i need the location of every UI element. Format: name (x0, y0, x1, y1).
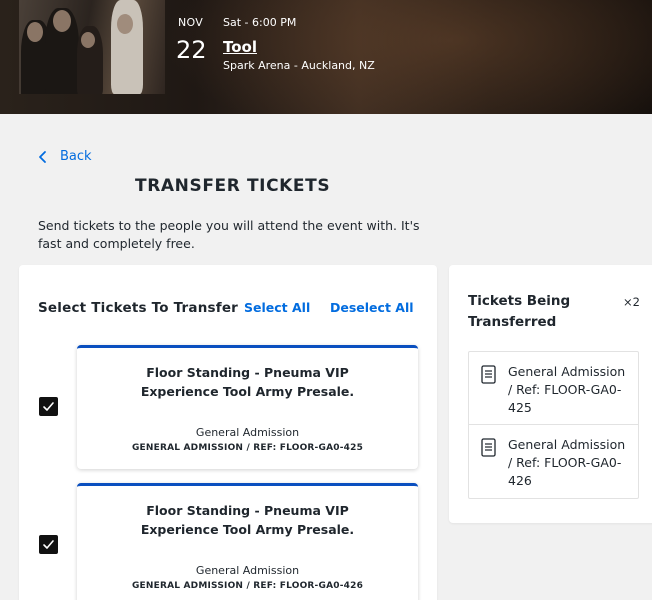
transfer-list: General Admission / Ref: FLOOR-GA0-425 G… (468, 351, 639, 499)
page-title: TRANSFER TICKETS (135, 176, 331, 196)
ticket-ref: GENERAL ADMISSION / REF: FLOOR-GA0-425 (131, 443, 364, 453)
select-tickets-panel: Select Tickets To Transfer Select All De… (19, 265, 437, 600)
event-venue: Spark Arena - Auckland, NZ (223, 59, 375, 72)
event-header: NOV 22 Sat - 6:00 PM Tool Spark Arena - … (0, 0, 652, 114)
event-day: 22 (176, 36, 207, 64)
transfer-summary-panel: Tickets Being Transferred ×2 General Adm… (449, 265, 652, 523)
transfer-item-label: General Admission / Ref: FLOOR-GA0-425 (508, 364, 626, 415)
transfer-item: General Admission / Ref: FLOOR-GA0-426 (469, 425, 638, 498)
transfer-item: General Admission / Ref: FLOOR-GA0-425 (469, 352, 638, 425)
select-tickets-heading: Select Tickets To Transfer (38, 300, 239, 316)
select-all-button[interactable]: Select All (244, 300, 310, 315)
ticket-type: General Admission (195, 564, 300, 577)
ticket-card[interactable]: Floor Standing - Pneuma VIP Experience T… (77, 483, 418, 600)
event-name-link[interactable]: Tool (223, 38, 257, 56)
ticket-ref: GENERAL ADMISSION / REF: FLOOR-GA0-426 (131, 581, 364, 591)
event-time: Sat - 6:00 PM (223, 16, 297, 29)
event-month: NOV (178, 16, 204, 29)
transfer-summary-heading: Tickets Being Transferred (468, 293, 571, 330)
transfer-count: ×2 (623, 295, 640, 309)
intro-text: Send tickets to the people you will atte… (38, 218, 420, 251)
chevron-left-icon (39, 150, 46, 163)
ticket-checkbox[interactable] (39, 397, 58, 416)
back-label: Back (60, 149, 92, 164)
ticket-document-icon (481, 438, 496, 457)
ticket-document-icon (481, 365, 496, 384)
ticket-card[interactable]: Floor Standing - Pneuma VIP Experience T… (77, 345, 418, 469)
ticket-checkbox[interactable] (39, 535, 58, 554)
header-background (140, 0, 652, 114)
transfer-item-label: General Admission / Ref: FLOOR-GA0-426 (508, 437, 626, 488)
deselect-all-button[interactable]: Deselect All (330, 300, 414, 315)
back-link[interactable]: Back (38, 149, 92, 164)
ticket-title: Floor Standing - Pneuma VIP Experience T… (140, 365, 355, 399)
event-image (19, 0, 165, 94)
ticket-type: General Admission (195, 426, 300, 439)
ticket-title: Floor Standing - Pneuma VIP Experience T… (140, 503, 355, 537)
checkmark-icon (43, 402, 54, 411)
checkmark-icon (43, 540, 54, 549)
